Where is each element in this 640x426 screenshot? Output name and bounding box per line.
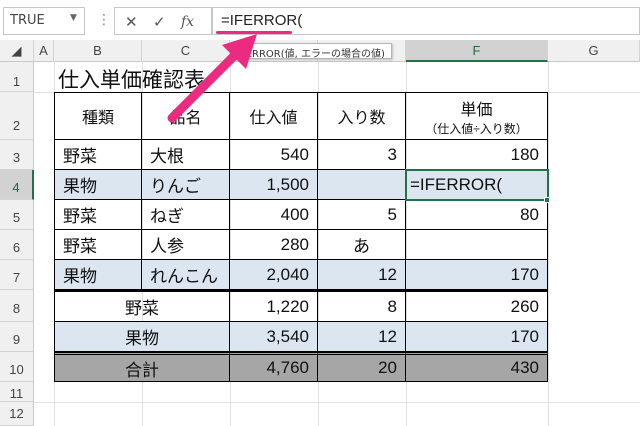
arrow-shaft	[167, 49, 241, 123]
annotation-arrow	[167, 34, 257, 123]
